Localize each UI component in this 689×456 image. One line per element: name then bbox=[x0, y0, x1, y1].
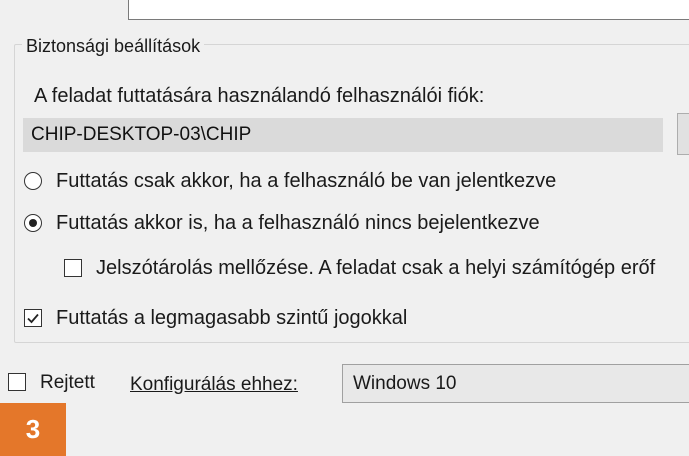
do-not-store-password-checkbox[interactable] bbox=[64, 259, 82, 277]
check-icon bbox=[27, 313, 39, 324]
run-only-logged-on-label: Futtatás csak akkor, ha a felhasználó be… bbox=[56, 170, 557, 192]
hidden-checkbox[interactable] bbox=[8, 373, 26, 391]
step-number-badge: 3 bbox=[0, 403, 66, 456]
task-properties-dialog: Biztonsági beállítások A feladat futtatá… bbox=[0, 0, 689, 456]
configure-for-select[interactable]: Windows 10 bbox=[342, 364, 689, 403]
run-highest-privileges-checkbox[interactable] bbox=[24, 309, 42, 327]
run-whether-logged-on-radio[interactable] bbox=[24, 214, 42, 232]
account-label: A feladat futtatására használandó felhas… bbox=[34, 85, 485, 107]
hidden-label: Rejtett bbox=[40, 372, 95, 393]
do-not-store-password-label: Jelszótárolás mellőzése. A feladat csak … bbox=[96, 257, 656, 279]
change-user-button[interactable] bbox=[677, 113, 689, 155]
run-whether-logged-on-label: Futtatás akkor is, ha a felhasználó ninc… bbox=[56, 212, 540, 234]
account-field: CHIP-DESKTOP-03\CHIP bbox=[23, 118, 663, 152]
radio-selected-dot bbox=[28, 218, 37, 227]
security-options-title: Biztonsági beállítások bbox=[22, 35, 205, 57]
description-textarea[interactable] bbox=[128, 0, 689, 20]
run-highest-privileges-label: Futtatás a legmagasabb szintű jogokkal bbox=[56, 307, 408, 329]
description-area bbox=[0, 0, 689, 22]
run-only-logged-on-radio[interactable] bbox=[24, 172, 42, 190]
configure-for-text: Konfigurálás ehhez: bbox=[130, 374, 298, 395]
configure-for-label: Konfigurálás ehhez: bbox=[130, 373, 298, 397]
